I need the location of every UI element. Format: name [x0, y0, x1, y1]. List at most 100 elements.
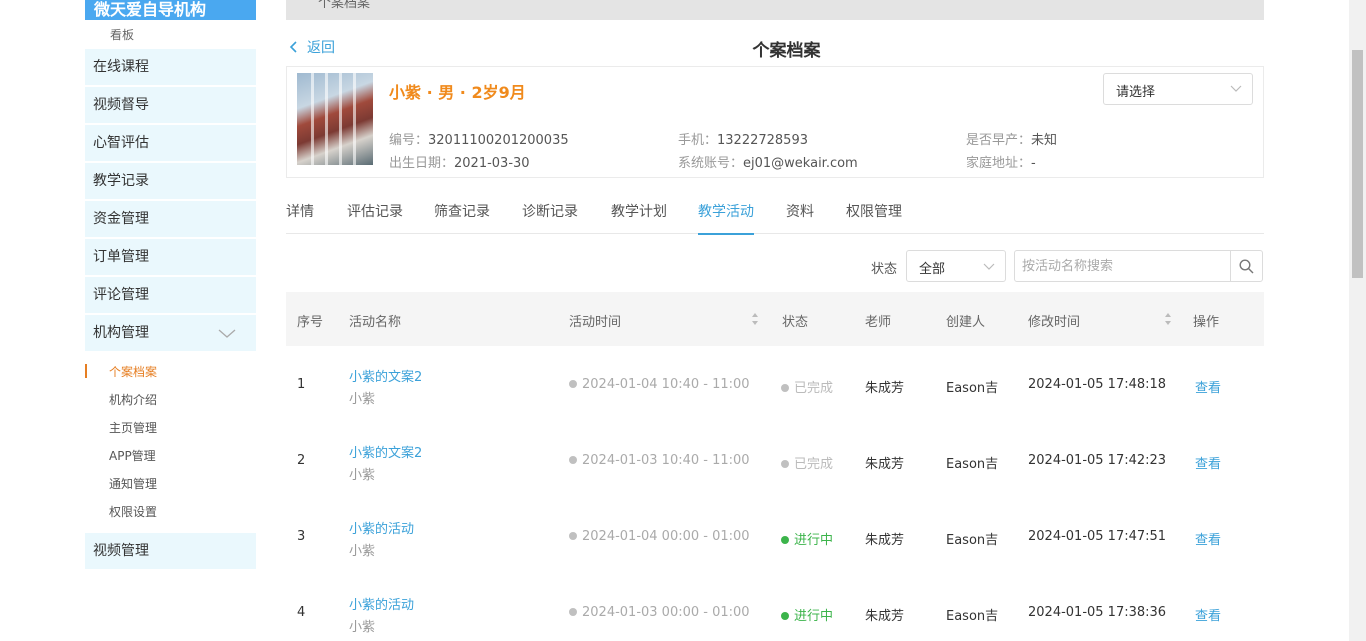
col-activity-time[interactable]: 活动时间	[569, 311, 621, 330]
profile-address: 家庭地址：-	[966, 156, 1036, 171]
profile-birth: 出生日期：2021-03-30	[389, 156, 530, 171]
sidebar-item-permissions[interactable]: 权限设置	[109, 503, 157, 520]
profile-phone: 手机：13222728593	[678, 133, 808, 148]
activity-name-link[interactable]: 小紫的活动	[349, 518, 414, 537]
row-index: 3	[297, 529, 306, 544]
activity-subject: 小紫	[349, 392, 376, 407]
col-actions: 操作	[1193, 315, 1220, 330]
modified-time: 2024-01-05 17:38:36	[1028, 605, 1167, 620]
teacher-name: 朱成芳	[865, 609, 905, 624]
tab-teaching-activities[interactable]: 教学活动	[698, 201, 754, 235]
row-index: 4	[297, 605, 306, 620]
profile-name: 小紫 · 男 · 2岁9月	[389, 83, 526, 102]
activity-name-link[interactable]: 小紫的文案2	[349, 366, 422, 385]
activity-time: 2024-01-04 00:00 - 01:00	[569, 529, 750, 544]
sort-icon[interactable]	[751, 312, 759, 326]
table-row: 1 小紫的文案2 小紫 2024-01-04 10:40 - 11:00 已完成 朱成芳 E…	[286, 346, 1264, 422]
tab-teaching-plan[interactable]: 教学计划	[611, 201, 667, 233]
status-badge: 已完成	[781, 453, 833, 472]
tab-screening-records[interactable]: 筛查记录	[434, 201, 490, 233]
time-dot	[569, 456, 577, 464]
status-dot	[781, 612, 789, 620]
sidebar-item-org-management[interactable]: 机构管理	[85, 315, 256, 351]
sidebar-item-video-supervision[interactable]: 视频督导	[85, 87, 256, 123]
creator-name: Eason吉	[946, 609, 999, 624]
status-label: 状态	[871, 262, 898, 277]
status-dot	[781, 536, 789, 544]
table-row: 3 小紫的活动小紫 2024-01-04 00:00 - 01:00 进行中 朱成芳 Ea…	[286, 498, 1264, 574]
col-creator: 创建人	[946, 315, 986, 330]
view-link[interactable]: 查看	[1195, 453, 1221, 472]
view-link[interactable]: 查看	[1195, 529, 1221, 548]
tab-bar: 详情 评估记录 筛查记录 诊断记录 教学计划 教学活动 资料 权限管理	[286, 193, 1264, 235]
profile-premature: 是否早产：未知	[966, 133, 1058, 148]
search-input[interactable]	[1015, 251, 1231, 281]
table-row: 4 小紫的活动小紫 2024-01-03 00:00 - 01:00 进行中 朱成芳 Ea…	[286, 574, 1264, 641]
profile-card: 小紫 · 男 · 2岁9月 编号：32011100201200035 出生日期：…	[286, 66, 1264, 178]
sidebar-item-finance[interactable]: 资金管理	[85, 201, 256, 237]
tab-details[interactable]: 详情	[286, 201, 314, 233]
status-dot	[781, 460, 789, 468]
status-badge: 进行中	[781, 529, 833, 548]
scrollbar-thumb[interactable]	[1352, 50, 1363, 278]
search-box	[1014, 250, 1263, 282]
sidebar: 微天爱自导机构 看板 在线课程 视频督导 心智评估 教学记录 资金管理 订单管理…	[85, 0, 256, 641]
teacher-name: 朱成芳	[865, 533, 905, 548]
row-index: 1	[297, 377, 306, 392]
sidebar-item-assessment[interactable]: 心智评估	[85, 125, 256, 161]
row-index: 2	[297, 453, 306, 468]
status-badge: 进行中	[781, 605, 833, 624]
tab-assessment-records[interactable]: 评估记录	[347, 201, 403, 233]
time-dot	[569, 608, 577, 616]
chevron-down-icon	[983, 263, 995, 270]
col-teacher: 老师	[865, 315, 892, 330]
view-link[interactable]: 查看	[1195, 605, 1221, 624]
sidebar-item-teaching-records[interactable]: 教学记录	[85, 163, 256, 199]
tab-permissions[interactable]: 权限管理	[846, 201, 902, 233]
teacher-name: 朱成芳	[865, 457, 905, 472]
breadcrumb: 个案档案	[318, 0, 371, 11]
teacher-name: 朱成芳	[865, 381, 905, 396]
creator-name: Eason吉	[946, 381, 999, 396]
profile-account: 系统账号：ej01@wekair.com	[678, 156, 858, 171]
sort-icon[interactable]	[1164, 312, 1172, 326]
sidebar-item-homepage[interactable]: 主页管理	[109, 419, 157, 436]
activity-name-link[interactable]: 小紫的活动	[349, 594, 414, 613]
col-status: 状态	[782, 315, 809, 330]
activity-time: 2024-01-03 00:00 - 01:00	[569, 605, 750, 620]
activity-time: 2024-01-03 10:40 - 11:00	[569, 453, 750, 468]
search-button[interactable]	[1230, 251, 1262, 281]
table-header: 序号 活动名称 活动时间 状态 老师 创建人 修改时间 操作	[286, 292, 1264, 346]
sidebar-item-orders[interactable]: 订单管理	[85, 239, 256, 275]
time-dot	[569, 532, 577, 540]
sidebar-item-notifications[interactable]: 通知管理	[109, 475, 157, 492]
sidebar-item-comments[interactable]: 评论管理	[85, 277, 256, 313]
col-index: 序号	[297, 315, 324, 330]
sidebar-item-app[interactable]: APP管理	[109, 447, 156, 464]
activity-time: 2024-01-04 10:40 - 11:00	[569, 377, 750, 392]
creator-name: Eason吉	[946, 533, 999, 548]
status-dot	[781, 384, 789, 392]
search-icon	[1239, 258, 1254, 273]
creator-name: Eason吉	[946, 457, 999, 472]
activity-subject: 小紫	[349, 468, 376, 483]
status-select[interactable]: 全部	[906, 250, 1006, 282]
tab-diagnosis-records[interactable]: 诊断记录	[522, 201, 578, 233]
activity-subject: 小紫	[349, 620, 376, 635]
view-link[interactable]: 查看	[1195, 377, 1221, 396]
scrollbar[interactable]	[1349, 0, 1366, 641]
sidebar-item-video-management[interactable]: 视频管理	[85, 533, 256, 569]
activity-name-link[interactable]: 小紫的文案2	[349, 442, 422, 461]
modified-time: 2024-01-05 17:47:51	[1028, 529, 1167, 544]
active-indicator	[85, 364, 87, 378]
modified-time: 2024-01-05 17:48:18	[1028, 377, 1167, 392]
sidebar-item-case-files[interactable]: 个案档案	[109, 363, 157, 380]
chevron-down-icon	[218, 329, 236, 338]
activity-subject: 小紫	[349, 544, 376, 559]
col-modified-time[interactable]: 修改时间	[1028, 311, 1080, 330]
sidebar-item-org-intro[interactable]: 机构介绍	[109, 391, 157, 408]
avatar	[297, 73, 373, 165]
tab-materials[interactable]: 资料	[786, 201, 814, 233]
profile-select[interactable]: 请选择	[1103, 73, 1253, 105]
table-row: 2 小紫的文案2 小紫 2024-01-03 10:40 - 11:00 已完成 朱成芳 E…	[286, 422, 1264, 498]
